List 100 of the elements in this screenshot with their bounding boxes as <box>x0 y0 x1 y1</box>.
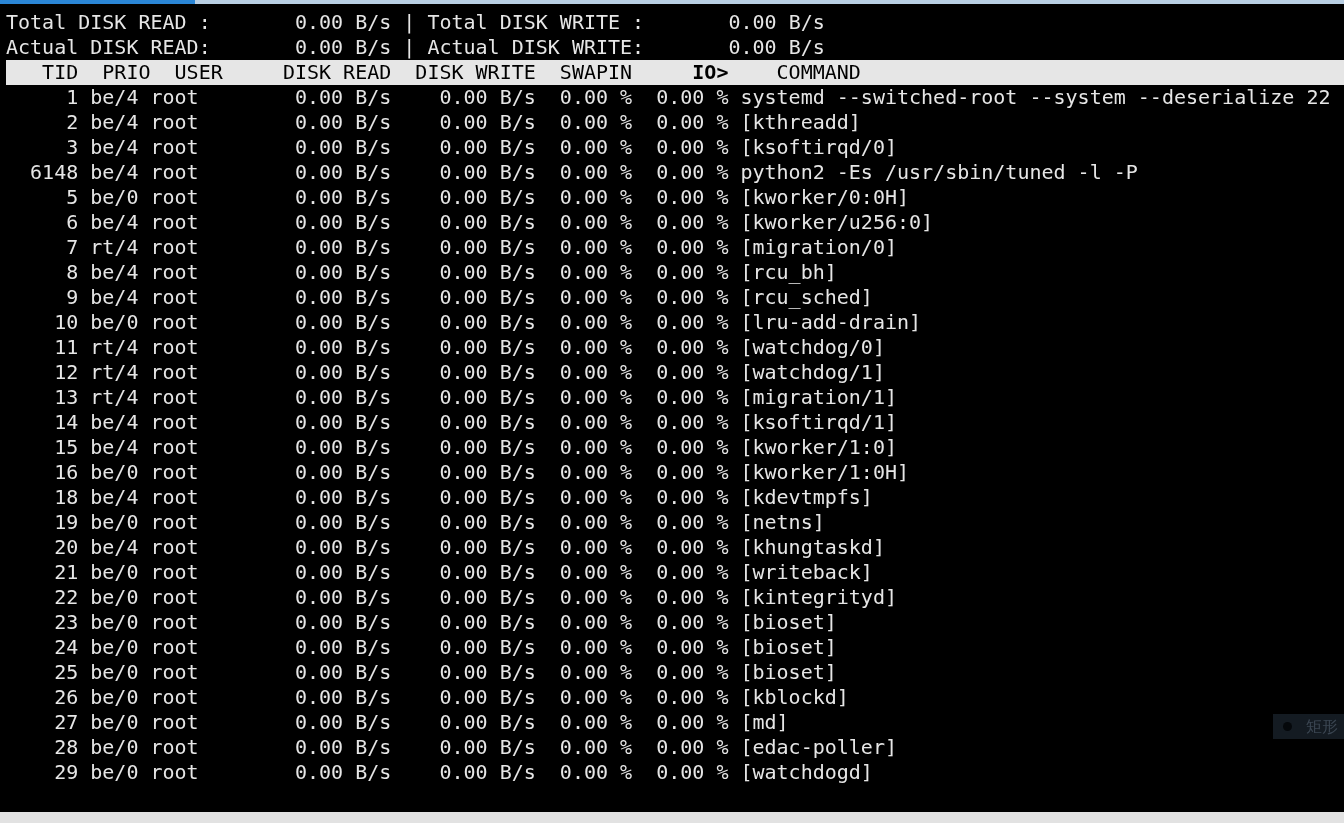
io-cell: 0.00 % <box>656 335 729 360</box>
disk-read-cell: 0.00 B/s <box>294 760 392 785</box>
command-cell: [watchdog/0] <box>740 335 885 360</box>
command-cell: [kdevtmpfs] <box>740 485 873 510</box>
swapin-cell: 0.00 % <box>559 635 633 660</box>
column-header: DISK WRITE <box>415 60 536 85</box>
disk-read-cell: 0.00 B/s <box>294 210 392 235</box>
command-cell: [migration/0] <box>740 235 897 260</box>
io-cell: 0.00 % <box>656 385 729 410</box>
summary-label: Total DISK WRITE : <box>427 10 645 35</box>
command-cell: [kworker/0:0H] <box>740 185 910 210</box>
swapin-cell: 0.00 % <box>559 735 633 760</box>
summary-label: Total DISK READ : <box>6 10 211 35</box>
prio-cell: be/0 <box>90 710 139 735</box>
command-cell: [watchdog/1] <box>740 360 885 385</box>
prio-cell: be/4 <box>90 435 139 460</box>
swapin-cell: 0.00 % <box>559 610 633 635</box>
disk-write-cell: 0.00 B/s <box>439 410 536 435</box>
disk-read-cell: 0.00 B/s <box>294 460 392 485</box>
prio-cell: be/0 <box>90 660 139 685</box>
io-cell: 0.00 % <box>656 760 729 785</box>
user-cell: root <box>150 610 199 635</box>
swapin-cell: 0.00 % <box>559 535 633 560</box>
column-header: DISK READ <box>282 60 392 85</box>
user-cell: root <box>150 585 199 610</box>
io-cell: 0.00 % <box>656 710 729 735</box>
tid-cell: 19 <box>54 510 79 535</box>
io-cell: 0.00 % <box>656 185 729 210</box>
user-cell: root <box>150 685 199 710</box>
disk-read-cell: 0.00 B/s <box>294 585 392 610</box>
summary-value: 0.00 B/s <box>294 35 392 60</box>
disk-read-cell: 0.00 B/s <box>294 335 392 360</box>
disk-read-cell: 0.00 B/s <box>294 160 392 185</box>
user-cell: root <box>150 185 199 210</box>
command-cell: systemd --switched-root --system --deserialize 22 <box>740 85 1331 110</box>
user-cell: root <box>150 210 199 235</box>
column-header: COMMAND <box>776 60 861 85</box>
disk-write-cell: 0.00 B/s <box>439 635 536 660</box>
summary-value: 0.00 B/s <box>294 10 392 35</box>
io-cell: 0.00 % <box>656 410 729 435</box>
summary-label: Actual DISK READ: <box>6 35 211 60</box>
io-cell: 0.00 % <box>656 310 729 335</box>
command-cell: [ksoftirqd/0] <box>740 135 897 160</box>
disk-read-cell: 0.00 B/s <box>294 710 392 735</box>
disk-read-cell: 0.00 B/s <box>294 110 392 135</box>
disk-read-cell: 0.00 B/s <box>294 535 392 560</box>
user-cell: root <box>150 460 199 485</box>
disk-read-cell: 0.00 B/s <box>294 85 392 110</box>
command-cell: [bioset] <box>740 610 837 635</box>
tid-cell: 26 <box>54 685 79 710</box>
tid-cell: 23 <box>54 610 79 635</box>
disk-write-cell: 0.00 B/s <box>439 535 536 560</box>
disk-write-cell: 0.00 B/s <box>439 760 536 785</box>
disk-read-cell: 0.00 B/s <box>294 435 392 460</box>
command-cell: [edac-poller] <box>740 735 897 760</box>
summary-label: Actual DISK WRITE: <box>427 35 645 60</box>
tid-cell: 28 <box>54 735 79 760</box>
tid-cell: 15 <box>54 435 79 460</box>
disk-write-cell: 0.00 B/s <box>439 685 536 710</box>
disk-read-cell: 0.00 B/s <box>294 635 392 660</box>
command-cell: [kworker/1:0] <box>740 435 897 460</box>
swapin-cell: 0.00 % <box>559 660 633 685</box>
disk-write-cell: 0.00 B/s <box>439 435 536 460</box>
swapin-cell: 0.00 % <box>559 335 633 360</box>
disk-write-cell: 0.00 B/s <box>439 385 536 410</box>
io-cell: 0.00 % <box>656 735 729 760</box>
user-cell: root <box>150 435 199 460</box>
swapin-cell: 0.00 % <box>559 410 633 435</box>
disk-read-cell: 0.00 B/s <box>294 685 392 710</box>
column-header: SWAPIN <box>559 60 633 85</box>
swapin-cell: 0.00 % <box>559 110 633 135</box>
tid-cell: 20 <box>54 535 79 560</box>
swapin-cell: 0.00 % <box>559 360 633 385</box>
tid-cell: 14 <box>54 410 79 435</box>
disk-write-cell: 0.00 B/s <box>439 210 536 235</box>
prio-cell: be/4 <box>90 160 139 185</box>
disk-read-cell: 0.00 B/s <box>294 285 392 310</box>
io-cell: 0.00 % <box>656 485 729 510</box>
user-cell: root <box>150 235 199 260</box>
disk-write-cell: 0.00 B/s <box>439 485 536 510</box>
tid-cell: 9 <box>66 285 79 310</box>
tid-cell: 11 <box>54 335 79 360</box>
swapin-cell: 0.00 % <box>559 160 633 185</box>
user-cell: root <box>150 760 199 785</box>
io-cell: 0.00 % <box>656 110 729 135</box>
disk-write-cell: 0.00 B/s <box>439 560 536 585</box>
command-cell: [kworker/u256:0] <box>740 210 934 235</box>
tid-cell: 6148 <box>30 160 79 185</box>
swapin-cell: 0.00 % <box>559 560 633 585</box>
command-cell: [md] <box>740 710 789 735</box>
summary-value: 0.00 B/s <box>728 35 825 60</box>
tid-cell: 5 <box>66 185 79 210</box>
prio-cell: be/4 <box>90 410 139 435</box>
disk-write-cell: 0.00 B/s <box>439 135 536 160</box>
user-cell: root <box>150 535 199 560</box>
column-header: PRIO <box>102 60 151 85</box>
swapin-cell: 0.00 % <box>559 185 633 210</box>
user-cell: root <box>150 135 199 160</box>
user-cell: root <box>150 710 199 735</box>
swapin-cell: 0.00 % <box>559 285 633 310</box>
